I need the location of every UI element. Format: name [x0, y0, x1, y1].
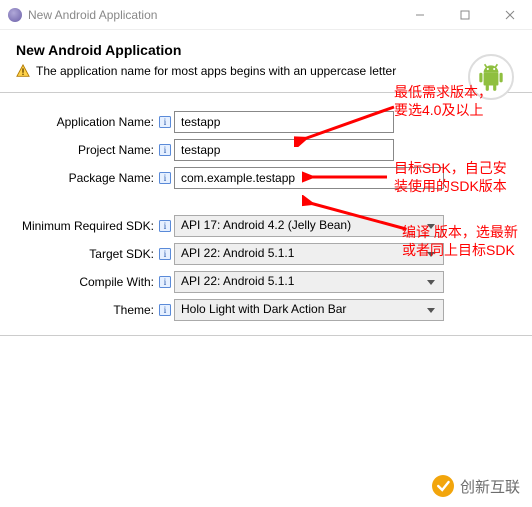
help-icon[interactable]: i [158, 248, 171, 261]
theme-value: Holo Light with Dark Action Bar [181, 302, 346, 316]
eclipse-icon [8, 8, 22, 22]
wizard-header: New Android Application The application … [0, 30, 532, 88]
maximize-button[interactable] [442, 0, 487, 30]
help-icon[interactable]: i [158, 276, 171, 289]
project-name-input[interactable] [174, 139, 394, 161]
min-sdk-value: API 17: Android 4.2 (Jelly Bean) [181, 218, 351, 232]
theme-label: Theme: [0, 303, 156, 317]
help-icon[interactable]: i [158, 220, 171, 233]
project-name-label: Project Name: [0, 143, 156, 157]
help-icon[interactable]: i [158, 304, 171, 317]
target-sdk-combo[interactable]: API 22: Android 5.1.1 [174, 243, 444, 265]
target-sdk-value: API 22: Android 5.1.1 [181, 246, 294, 260]
app-name-label: Application Name: [0, 115, 156, 129]
target-sdk-label: Target SDK: [0, 247, 156, 261]
compile-label: Compile With: [0, 275, 156, 289]
page-title: New Android Application [16, 42, 516, 58]
watermark: 创新互联 [432, 475, 520, 497]
min-sdk-label: Minimum Required SDK: [0, 219, 156, 233]
help-icon[interactable]: i [158, 116, 171, 129]
package-name-label: Package Name: [0, 171, 156, 185]
min-sdk-combo[interactable]: API 17: Android 4.2 (Jelly Bean) [174, 215, 444, 237]
row-package-name: Package Name: i [0, 167, 532, 189]
help-icon[interactable]: i [158, 172, 171, 185]
watermark-badge-icon [432, 475, 454, 497]
row-project-name: Project Name: i [0, 139, 532, 161]
close-button[interactable] [487, 0, 532, 30]
row-target-sdk: Target SDK: i API 22: Android 5.1.1 [0, 243, 532, 265]
header-message: The application name for most apps begin… [16, 64, 516, 78]
compile-combo[interactable]: API 22: Android 5.1.1 [174, 271, 444, 293]
help-icon[interactable]: i [158, 144, 171, 157]
row-compile-with: Compile With: i API 22: Android 5.1.1 [0, 271, 532, 293]
window-titlebar: New Android Application [0, 0, 532, 30]
row-theme: Theme: i Holo Light with Dark Action Bar [0, 299, 532, 321]
compile-value: API 22: Android 5.1.1 [181, 274, 294, 288]
minimize-button[interactable] [397, 0, 442, 30]
warning-icon [16, 64, 30, 78]
android-logo [468, 54, 514, 100]
app-name-input[interactable] [174, 111, 394, 133]
form-area: Application Name: i Project Name: i Pack… [0, 111, 532, 336]
row-app-name: Application Name: i [0, 111, 532, 133]
package-name-input[interactable] [174, 167, 444, 189]
window-title: New Android Application [28, 8, 397, 22]
divider [0, 92, 532, 93]
window-controls [397, 0, 532, 30]
row-min-sdk: Minimum Required SDK: i API 17: Android … [0, 215, 532, 237]
divider [0, 335, 532, 336]
watermark-text: 创新互联 [460, 476, 520, 497]
theme-combo[interactable]: Holo Light with Dark Action Bar [174, 299, 444, 321]
header-message-text: The application name for most apps begin… [36, 64, 396, 78]
